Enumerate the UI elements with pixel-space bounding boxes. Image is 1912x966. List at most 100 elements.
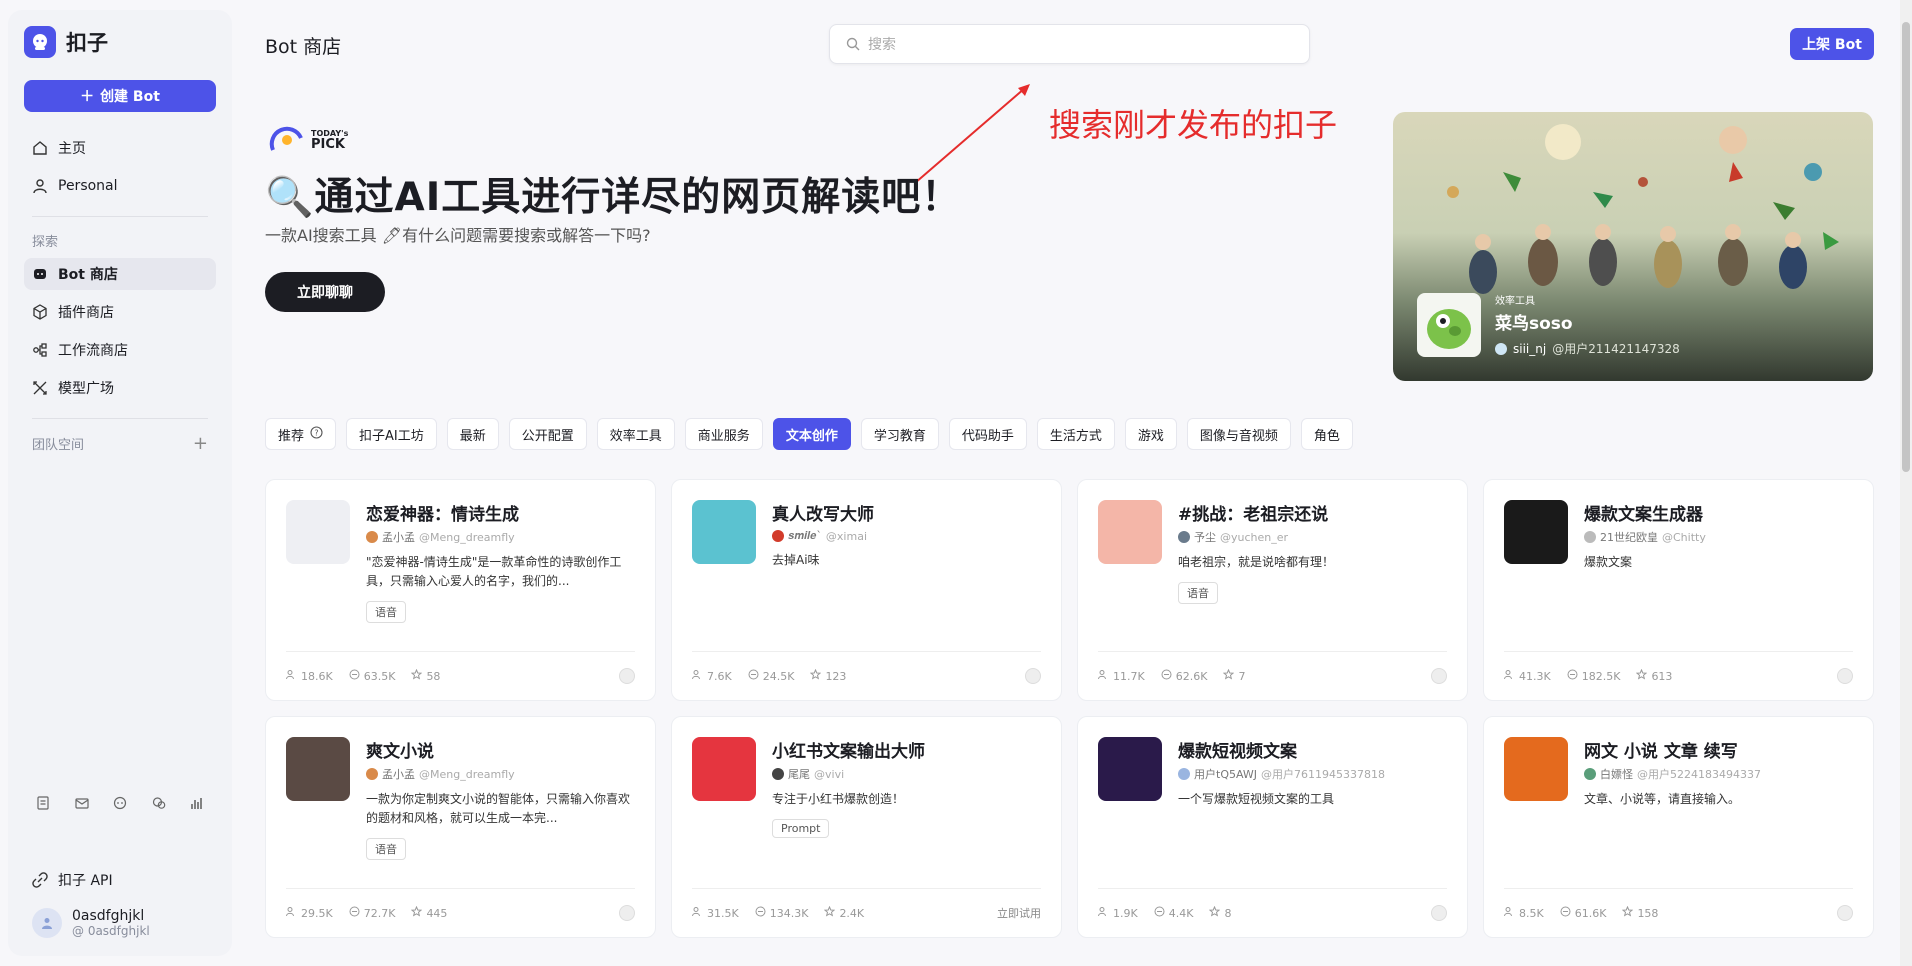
model-icon (33, 381, 47, 395)
bot-description: "恋爱神器-情诗生成"是一款革命性的诗歌创作工具，只需输入心爱人的名字，我们的.… (366, 555, 622, 588)
chat-now-button[interactable]: 立即聊聊 (265, 272, 385, 312)
tab-category[interactable]: 文本创作 (772, 418, 851, 450)
bot-avatar (1098, 500, 1162, 564)
chat-icon (349, 906, 360, 920)
chats-count: 24.5K (762, 669, 795, 683)
bot-tag: 语音 (366, 838, 406, 860)
explore-section-label: 探索 (32, 235, 59, 250)
create-bot-button[interactable]: ＋ 创建 Bot (24, 80, 216, 112)
author-name: 孟小孟 (382, 531, 415, 544)
bot-card[interactable]: 恋爱神器：情诗生成 孟小孟 @Meng_dreamfly "恋爱神器-情诗生成"是一款… (265, 479, 656, 701)
author-avatar (366, 531, 378, 543)
annotation-text: 搜索刚才发布的扣子 (1049, 106, 1338, 144)
search-input[interactable]: 搜索 (868, 34, 896, 54)
bot-card[interactable]: 真人改写大师 𝒔𝒎𝒊𝒍𝒆` @ximai 去掉Ai味 7.6K 24.5K 123 (671, 479, 1062, 701)
card-footer: 29.5K 72.7K 445 (286, 888, 635, 921)
bot-avatar (1504, 500, 1568, 564)
pick-logo-icon (269, 126, 303, 151)
author-avatar (1178, 768, 1190, 780)
link-icon (32, 872, 48, 888)
card-header: 爆款短视频文案 用户tQ5AWJ @用户7611945337818 一个写爆款短视频文… (1098, 737, 1447, 809)
card-header: 爆款文案生成器 21世纪欧皇 @Chitty 爆款文案 (1504, 500, 1853, 572)
sidebar-item-label: 工作流商店 (58, 343, 128, 359)
tab-category[interactable]: 公开配置 (508, 418, 587, 450)
stars-count: 613 (1651, 669, 1673, 683)
tab-label: 文本创作 (785, 428, 838, 444)
document-icon[interactable] (34, 794, 52, 812)
tab-category[interactable]: 最新 (446, 418, 499, 450)
tab-category[interactable]: 图像与音视频 (1186, 418, 1291, 450)
sidebar-item-model-square[interactable]: 模型广场 (24, 372, 216, 404)
upload-bot-button[interactable]: 上架 Bot (1790, 28, 1874, 60)
tab-category[interactable]: 推荐? (265, 418, 337, 450)
tab-label: 角色 (1313, 428, 1340, 444)
users-stat: 8.5K (1504, 906, 1544, 920)
users-stat: 41.3K (1504, 669, 1551, 683)
app-window: 扣子 ＋ 创建 Bot 主页 Personal 探索 Bot 商店 插件商店 工… (0, 0, 1912, 966)
bot-description: 一款为你定制爽文小说的智能体，只需输入你喜欢的题材和风格，就可以生成一本完... (366, 792, 631, 825)
user-name: 0asdfghjkl (72, 908, 145, 924)
chats-stat: 61.6K (1560, 906, 1606, 920)
scrollbar[interactable] (1900, 0, 1912, 966)
users-icon (1504, 906, 1515, 920)
author-handle: @用户7611945337818 (1261, 768, 1385, 781)
tab-category[interactable]: 扣子AI工坊 (346, 418, 437, 450)
bot-card[interactable]: 爆款文案生成器 21世纪欧皇 @Chitty 爆款文案 41.3K 182.5K 613 (1483, 479, 1874, 701)
chart-icon[interactable] (188, 794, 206, 812)
help-circle-icon[interactable]: ? (310, 425, 323, 443)
tab-category[interactable]: 学习教育 (860, 418, 939, 450)
bot-author: 用户tQ5AWJ @用户7611945337818 (1178, 766, 1385, 782)
featured-banner[interactable]: 效率工具 菜鸟soso siii_nj @用户211421147328 (1393, 112, 1873, 381)
bot-author: 孟小孟 @Meng_dreamfly (366, 766, 635, 782)
scrollbar-thumb[interactable] (1902, 22, 1910, 472)
sidebar-item-plugin-store[interactable]: 插件商店 (24, 296, 216, 328)
api-label: 扣子 API (58, 873, 113, 889)
tab-category[interactable]: 角色 (1300, 418, 1353, 450)
stars-count: 123 (825, 669, 847, 683)
card-header: 恋爱神器：情诗生成 孟小孟 @Meng_dreamfly "恋爱神器-情诗生成"是一款… (286, 500, 635, 623)
tab-category[interactable]: 效率工具 (596, 418, 675, 450)
team-space[interactable]: 团队空间 + (24, 433, 216, 454)
bot-title: 小红书文案输出大师 (772, 742, 925, 762)
bot-card[interactable]: 小红书文案输出大师 尾尾 @vivi 专注于小红书爆款创造！ Prompt 31.5K 13… (671, 716, 1062, 938)
user-handle: @ 0asdfghjkl (72, 924, 150, 938)
stars-stat: 445 (411, 905, 447, 920)
card-footer-right (1025, 668, 1041, 684)
bot-description: 去掉Ai味 (772, 553, 820, 567)
users-icon (1504, 669, 1515, 683)
star-icon (1622, 905, 1634, 920)
mail-icon[interactable] (73, 794, 91, 812)
tab-category[interactable]: 生活方式 (1036, 418, 1115, 450)
sidebar-item-workflow-store[interactable]: 工作流商店 (24, 334, 216, 366)
user-profile[interactable]: 0asdfghjkl @ 0asdfghjkl (24, 908, 150, 938)
bot-card[interactable]: 爽文小说 孟小孟 @Meng_dreamfly 一款为你定制爽文小说的智能体，只需输入… (265, 716, 656, 938)
author-name: 𝒔𝒎𝒊𝒍𝒆` (788, 529, 822, 542)
bot-card[interactable]: #挑战：老祖宗还说 予尘 @yuchen_er 咱老祖宗，就是说啥都有理！ 语音 11.7… (1077, 479, 1468, 701)
wechat-icon[interactable] (150, 794, 168, 812)
author-handle: @Meng_dreamfly (419, 530, 515, 544)
brand[interactable]: 扣子 (24, 26, 216, 58)
model-avatar-icon (1431, 668, 1447, 684)
tab-category[interactable]: 商业服务 (684, 418, 763, 450)
stars-count: 58 (426, 669, 441, 683)
card-footer-right (1837, 905, 1853, 921)
search-box[interactable]: 搜索 (829, 24, 1310, 64)
add-team-icon[interactable]: + (193, 433, 208, 454)
star-icon (824, 905, 836, 920)
author-name: 白嫖怪 (1600, 768, 1633, 781)
users-stat: 31.5K (692, 906, 739, 920)
sidebar-item-personal[interactable]: Personal (24, 170, 216, 202)
bot-card[interactable]: 网文 小说 文章 续写 白嫖怪 @用户5224183494337 文章、小说等，请直接… (1483, 716, 1874, 938)
tab-category[interactable]: 游戏 (1124, 418, 1177, 450)
chats-count: 4.4K (1168, 906, 1194, 920)
card-footer-right (619, 905, 635, 921)
coze-api-link[interactable]: 扣子 API (24, 870, 113, 890)
discord-icon[interactable] (111, 794, 129, 812)
sidebar-item-bot-store[interactable]: Bot 商店 (24, 258, 216, 290)
sidebar-item-home[interactable]: 主页 (24, 132, 216, 164)
bot-card[interactable]: 爆款短视频文案 用户tQ5AWJ @用户7611945337818 一个写爆款短视频文… (1077, 716, 1468, 938)
card-header: 网文 小说 文章 续写 白嫖怪 @用户5224183494337 文章、小说等，请直接… (1504, 737, 1853, 809)
try-now-link[interactable]: 立即试用 (997, 905, 1041, 921)
users-stat: 18.6K (286, 669, 333, 683)
tab-category[interactable]: 代码助手 (948, 418, 1027, 450)
